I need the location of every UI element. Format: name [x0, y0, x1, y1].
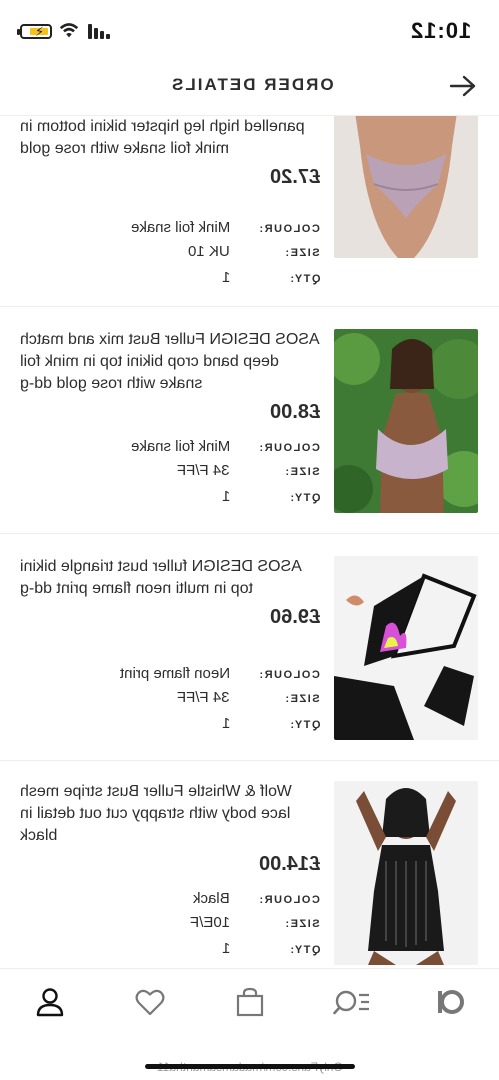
- status-time: 10:12: [409, 18, 471, 43]
- product-image[interactable]: [334, 116, 478, 258]
- qty-row: QTY: 1: [221, 269, 320, 286]
- search-icon[interactable]: [333, 985, 371, 1019]
- size-row: SIZE: 10E/F: [189, 914, 320, 931]
- item-name: ASOS DESIGN fuller bust triangle bikini …: [20, 558, 302, 597]
- saved-icon[interactable]: [133, 985, 167, 1019]
- qty-row: QTY: 1: [221, 488, 320, 505]
- battery-icon: ⚡: [17, 24, 52, 39]
- qty-row: QTY: 1: [221, 715, 320, 732]
- size-row: SIZE: 34 F/FF: [177, 689, 320, 706]
- cellular-signal-icon: [88, 24, 110, 39]
- wifi-icon: [59, 23, 79, 38]
- order-item[interactable]: Wolf & Whistle Fuller Bust stripe mesh l…: [0, 761, 499, 968]
- product-image[interactable]: [334, 329, 478, 513]
- colour-row: COLOUR: Mink foil snake: [130, 438, 320, 455]
- bottom-navigation: [0, 968, 499, 1040]
- item-price: £7.20: [269, 166, 320, 188]
- colour-row: COLOUR: Neon flame print: [119, 665, 320, 682]
- item-price: £14.00: [258, 853, 320, 875]
- item-details: panelled high leg hipster bikini bottom …: [20, 116, 320, 189]
- status-bar: ⚡ 10:12: [0, 0, 499, 60]
- page-header: ORDER DETAILS: [0, 60, 499, 116]
- home-logo-icon[interactable]: [433, 985, 467, 1019]
- size-row: SIZE: UK 10: [188, 243, 320, 260]
- order-item[interactable]: panelled high leg hipster bikini bottom …: [0, 116, 499, 307]
- colour-row: COLOUR: Mink foil snake: [130, 219, 320, 236]
- item-price: £9.60: [269, 606, 320, 628]
- page-title: ORDER DETAILS: [170, 75, 334, 94]
- size-row: SIZE: 34 F/FF: [177, 462, 320, 479]
- back-arrow-icon[interactable]: [449, 74, 477, 98]
- home-indicator[interactable]: [145, 1064, 355, 1069]
- qty-row: QTY: 1: [221, 940, 320, 957]
- item-details: ASOS DESIGN fuller bust triangle bikini …: [20, 556, 320, 629]
- order-items-list: panelled high leg hipster bikini bottom …: [0, 116, 499, 968]
- item-details: Wolf & Whistle Fuller Bust stripe mesh l…: [20, 781, 320, 876]
- item-name: Wolf & Whistle Fuller Bust stripe mesh l…: [20, 783, 292, 844]
- item-name: ASOS DESIGN Fuller Bust mix and match de…: [20, 331, 320, 392]
- account-icon[interactable]: [33, 985, 67, 1019]
- colour-row: COLOUR: Black: [193, 890, 320, 907]
- item-details: ASOS DESIGN Fuller Bust mix and match de…: [20, 329, 320, 424]
- item-price: £8.00: [269, 401, 320, 423]
- order-item[interactable]: ASOS DESIGN Fuller Bust mix and match de…: [0, 307, 499, 534]
- product-image[interactable]: [334, 781, 478, 965]
- product-image[interactable]: [334, 556, 478, 740]
- bag-icon[interactable]: [233, 985, 267, 1019]
- order-item[interactable]: ASOS DESIGN fuller bust triangle bikini …: [0, 534, 499, 761]
- item-name: panelled high leg hipster bikini bottom …: [20, 118, 305, 157]
